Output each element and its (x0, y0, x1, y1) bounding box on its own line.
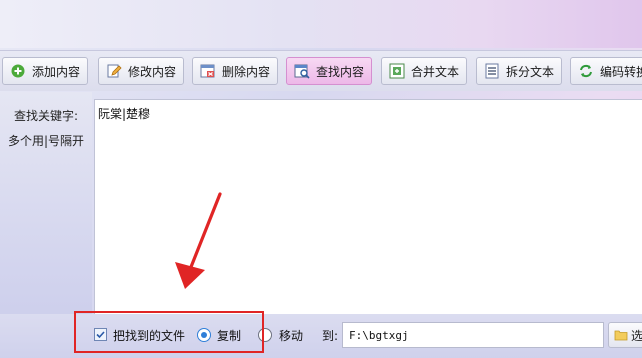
merge-text-label: 合并文本 (411, 64, 460, 79)
merge-text-button[interactable]: 合并文本 (381, 57, 467, 85)
edit-icon (106, 63, 122, 79)
find-icon (294, 63, 310, 79)
folder-icon (614, 329, 628, 341)
copy-radio[interactable] (197, 328, 211, 342)
delete-icon (200, 63, 216, 79)
delete-content-button[interactable]: 删除内容 (192, 57, 278, 85)
save-found-files-label: 把找到的文件 (113, 329, 186, 343)
keyword-label: 查找关键字: (13, 109, 79, 123)
delete-content-label: 删除内容 (222, 64, 271, 79)
encode-convert-button[interactable]: 编码转换 (570, 57, 642, 85)
split-text-button[interactable]: 拆分文本 (476, 57, 562, 85)
separator-hint-label: 多个用|号隔开 (7, 134, 85, 148)
check-icon (96, 331, 105, 339)
browse-label: 选 (631, 328, 642, 343)
split-icon (484, 63, 500, 79)
title-banner (0, 0, 642, 48)
edit-content-label: 修改内容 (128, 64, 177, 79)
add-icon (10, 63, 26, 79)
toolbar: 添加内容 修改内容 删除内容 查找内容 合并文本 拆分文本 编码转换 (0, 50, 642, 91)
find-content-button[interactable]: 查找内容 (286, 57, 372, 85)
browse-folder-button[interactable]: 选 (608, 322, 642, 348)
encode-convert-label: 编码转换 (600, 64, 642, 79)
destination-path-input[interactable] (342, 322, 604, 348)
split-text-label: 拆分文本 (506, 64, 555, 79)
keywords-value: 阮棠|楚穆 (98, 107, 151, 121)
merge-icon (389, 63, 405, 79)
copy-radio-label: 复制 (217, 329, 242, 343)
find-content-label: 查找内容 (316, 64, 365, 79)
add-content-label: 添加内容 (32, 64, 81, 79)
save-found-files-checkbox[interactable] (94, 328, 107, 341)
add-content-button[interactable]: 添加内容 (2, 57, 88, 85)
move-radio-label: 移动 (279, 329, 304, 343)
edit-content-button[interactable]: 修改内容 (98, 57, 184, 85)
keywords-textarea[interactable]: 阮棠|楚穆 (94, 99, 642, 315)
destination-label: 到: (322, 329, 339, 343)
encode-icon (578, 63, 594, 79)
move-radio[interactable] (258, 328, 272, 342)
